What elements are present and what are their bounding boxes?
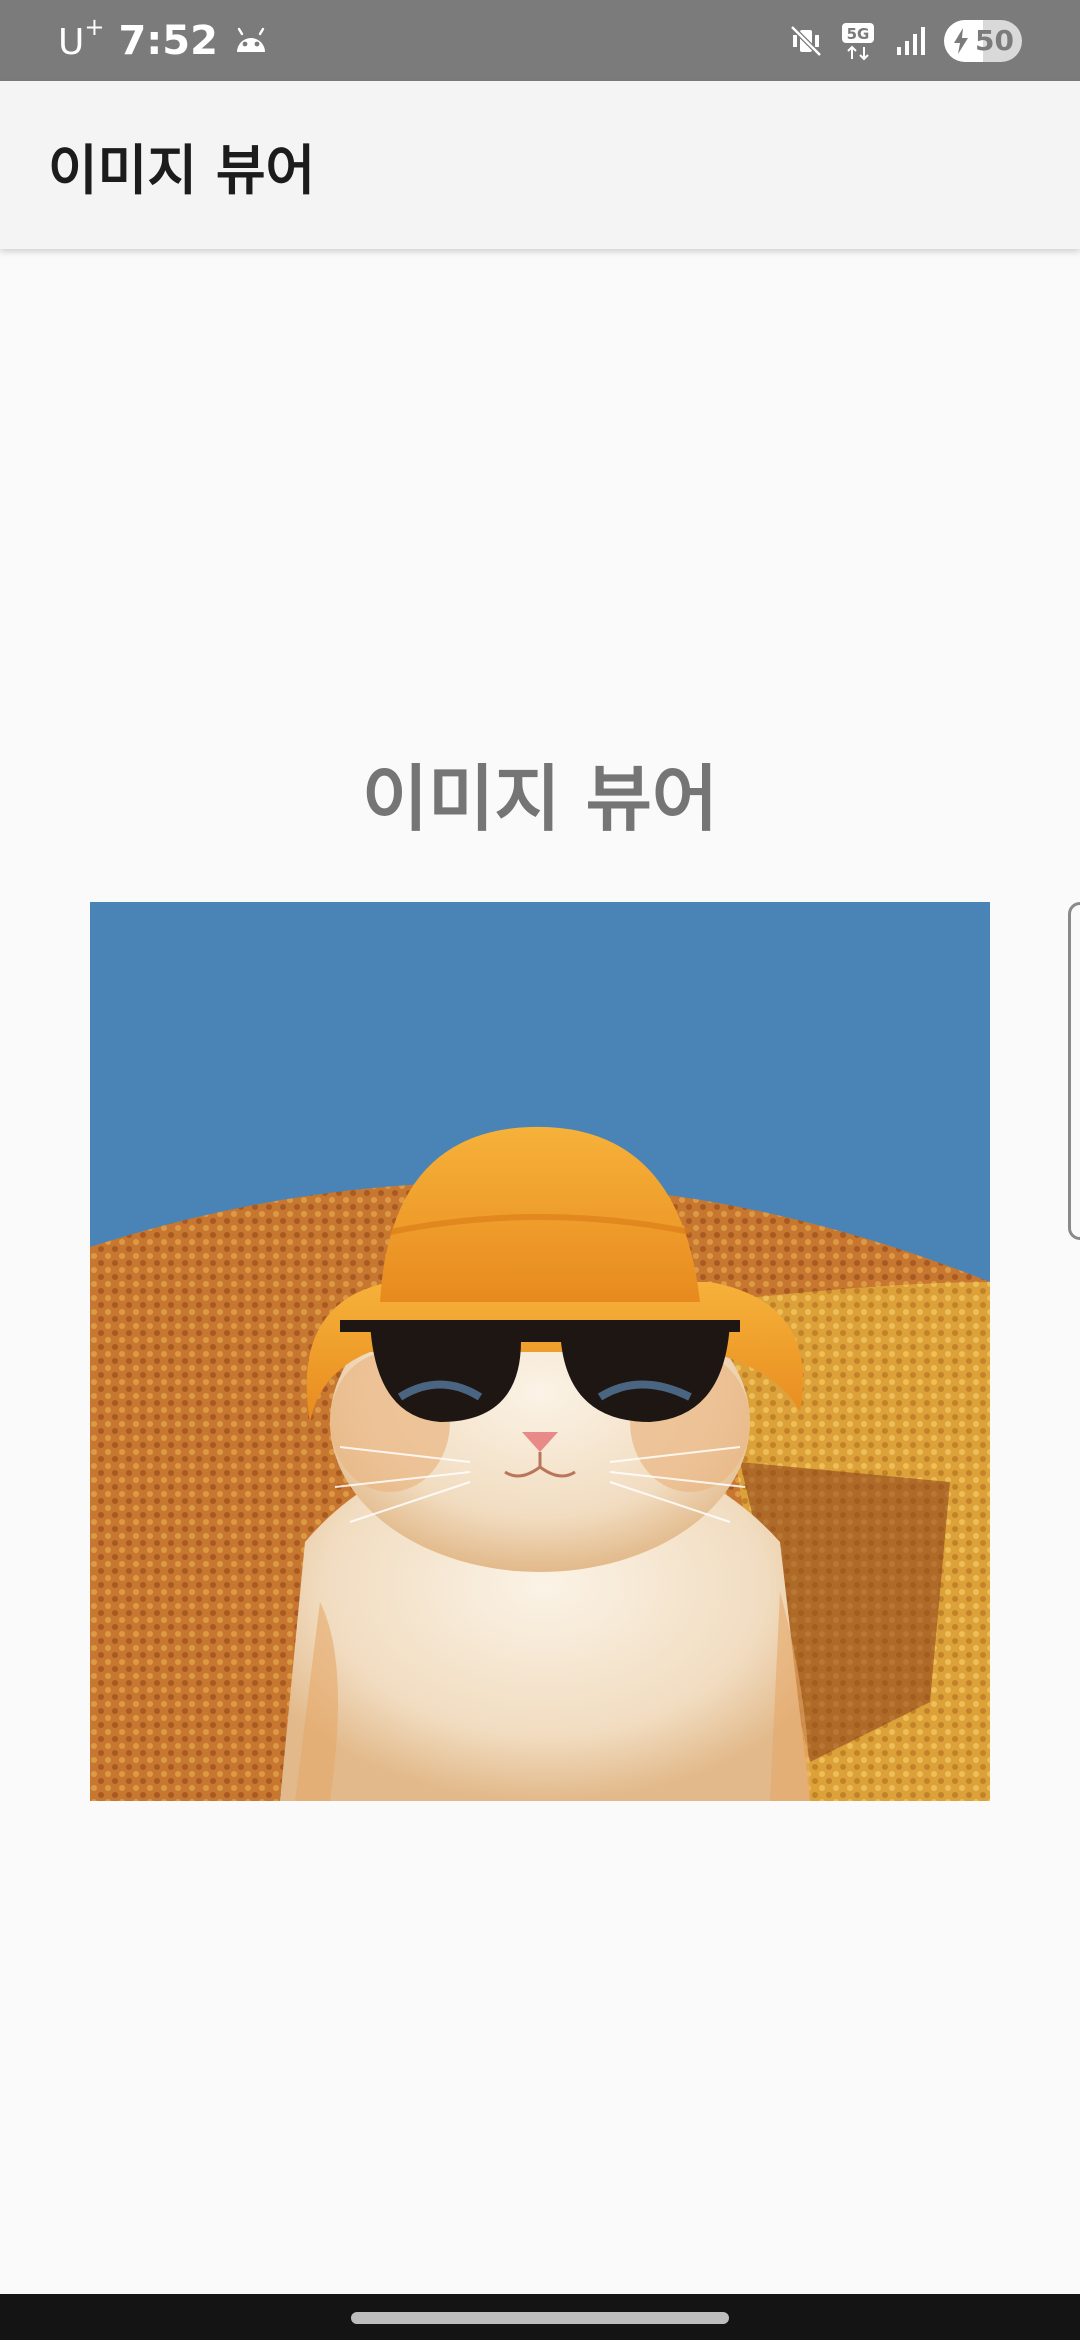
android-icon: [232, 22, 270, 60]
carrier-label: U+: [58, 12, 105, 63]
status-right: 5G 50: [788, 0, 1022, 81]
home-indicator[interactable]: [351, 2312, 729, 2324]
signal-icon: [892, 23, 928, 59]
battery-level: 50: [975, 24, 1014, 57]
app-bar: 이미지 뷰어: [0, 81, 1080, 249]
charging-bolt-icon: [954, 27, 968, 54]
5g-icon: 5G: [840, 22, 876, 60]
battery-icon: 50: [944, 19, 1022, 62]
edge-panel-handle[interactable]: [1068, 902, 1080, 1240]
clock: 7:52: [118, 17, 218, 64]
page-heading: 이미지 뷰어: [361, 757, 719, 841]
status-left: U+ 7:52: [58, 0, 270, 81]
mute-icon: [788, 23, 824, 59]
cat-image[interactable]: [90, 902, 990, 1801]
status-bar: U+ 7:52 5G 50: [0, 0, 1080, 81]
svg-text:5G: 5G: [847, 25, 870, 43]
app-title: 이미지 뷰어: [48, 138, 316, 202]
